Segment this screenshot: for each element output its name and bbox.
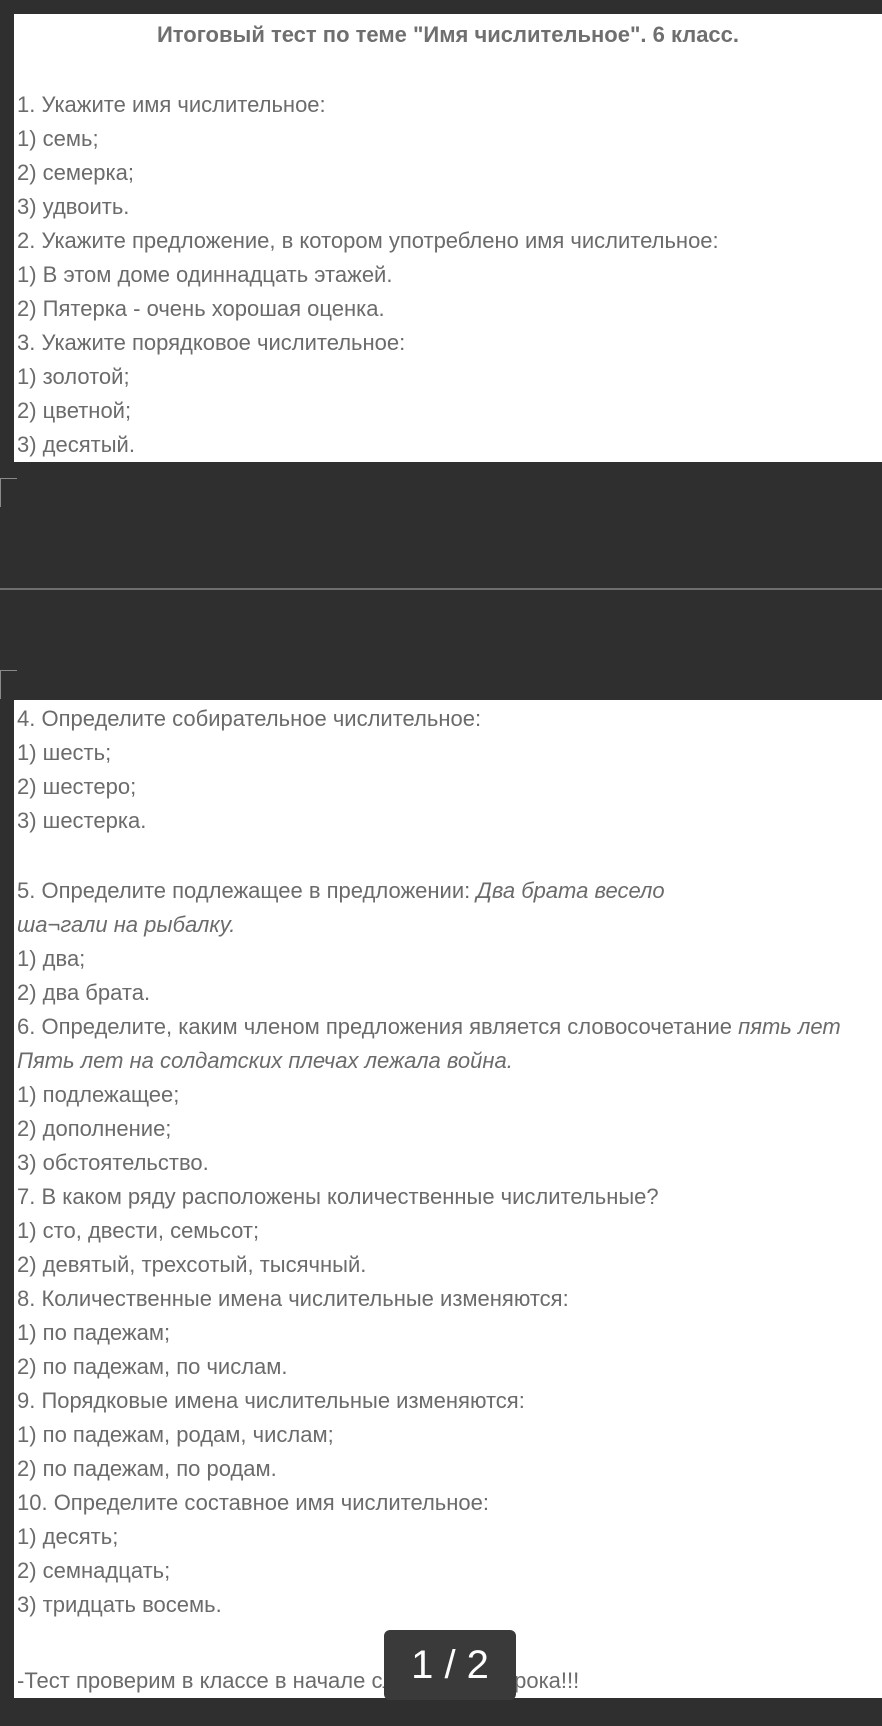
question-7: 7. В каком ряду расположены количественн… [17, 1184, 659, 1209]
answer-8-1: 1) по падежам; [17, 1320, 171, 1345]
answer-3-2: 2) цветной; [17, 398, 132, 423]
page-corner-mark [0, 478, 17, 507]
answer-3-3: 3) десятый. [17, 432, 135, 457]
answer-6-3: 3) обстоятельство. [17, 1150, 209, 1175]
question-3: 3. Укажите порядковое числительное: [17, 330, 406, 355]
question-10: 10. Определите составное имя числительно… [17, 1490, 490, 1515]
answer-2-1: 1) В этом доме одиннадцать этажей. [17, 262, 393, 287]
answer-4-3: 3) шестерка. [17, 808, 147, 833]
answer-10-2: 2) семнадцать; [17, 1558, 171, 1583]
answer-2-2: 2) Пятерка - очень хорошая оценка. [17, 296, 385, 321]
answer-9-2: 2) по падежам, по родам. [17, 1456, 277, 1481]
answer-6-2: 2) дополнение; [17, 1116, 172, 1141]
question-4: 4. Определите собирательное числительное… [17, 706, 482, 731]
document-page-1: Итоговый тест по теме "Имя числительное"… [14, 14, 882, 462]
question-9: 9. Порядковые имена числительные изменяю… [17, 1388, 525, 1413]
document-title: Итоговый тест по теме "Имя числительное"… [156, 22, 740, 47]
answer-10-1: 1) десять; [17, 1524, 119, 1549]
question-1: 1. Укажите имя числительное: [17, 92, 326, 117]
question-6-text: 6. Определите, каким членом предложения … [17, 1014, 739, 1039]
answer-3-1: 1) золотой; [17, 364, 130, 389]
answer-1-3: 3) удвоить. [17, 194, 130, 219]
answer-4-1: 1) шесть; [17, 740, 112, 765]
question-5-sentence: Два брата весело [476, 878, 665, 903]
question-5-sentence-cont: ша¬гали на рыбалку. [17, 912, 236, 937]
answer-1-1: 1) семь; [17, 126, 99, 151]
question-6: 6. Определите, каким членом предложения … [17, 1012, 841, 1042]
page-corner-mark [0, 670, 17, 699]
question-6-sentence: Пять лет на солдатских плечах лежала вой… [17, 1048, 513, 1073]
question-8: 8. Количественные имена числительные изм… [17, 1286, 569, 1311]
answer-8-2: 2) по падежам, по числам. [17, 1354, 288, 1379]
answer-7-2: 2) девятый, трехсотый, тысячный. [17, 1252, 367, 1277]
answer-5-2: 2) два брата. [17, 980, 151, 1005]
answer-9-1: 1) по падежам, родам, числам; [17, 1422, 334, 1447]
page-divider [0, 588, 882, 590]
question-5-text: 5. Определите подлежащее в предложении: [17, 878, 477, 903]
page-indicator[interactable]: 1 / 2 [384, 1630, 516, 1700]
question-2: 2. Укажите предложение, в котором употре… [17, 228, 719, 253]
answer-4-2: 2) шестеро; [17, 774, 137, 799]
answer-5-1: 1) два; [17, 946, 86, 971]
question-5: 5. Определите подлежащее в предложении: … [17, 876, 665, 906]
document-page-2: 4. Определите собирательное числительное… [14, 700, 882, 1698]
answer-6-1: 1) подлежащее; [17, 1082, 180, 1107]
answer-1-2: 2) семерка; [17, 160, 134, 185]
answer-7-1: 1) сто, двести, семьсот; [17, 1218, 260, 1243]
question-6-phrase: пять лет [738, 1014, 841, 1039]
answer-10-3: 3) тридцать восемь. [17, 1592, 222, 1617]
